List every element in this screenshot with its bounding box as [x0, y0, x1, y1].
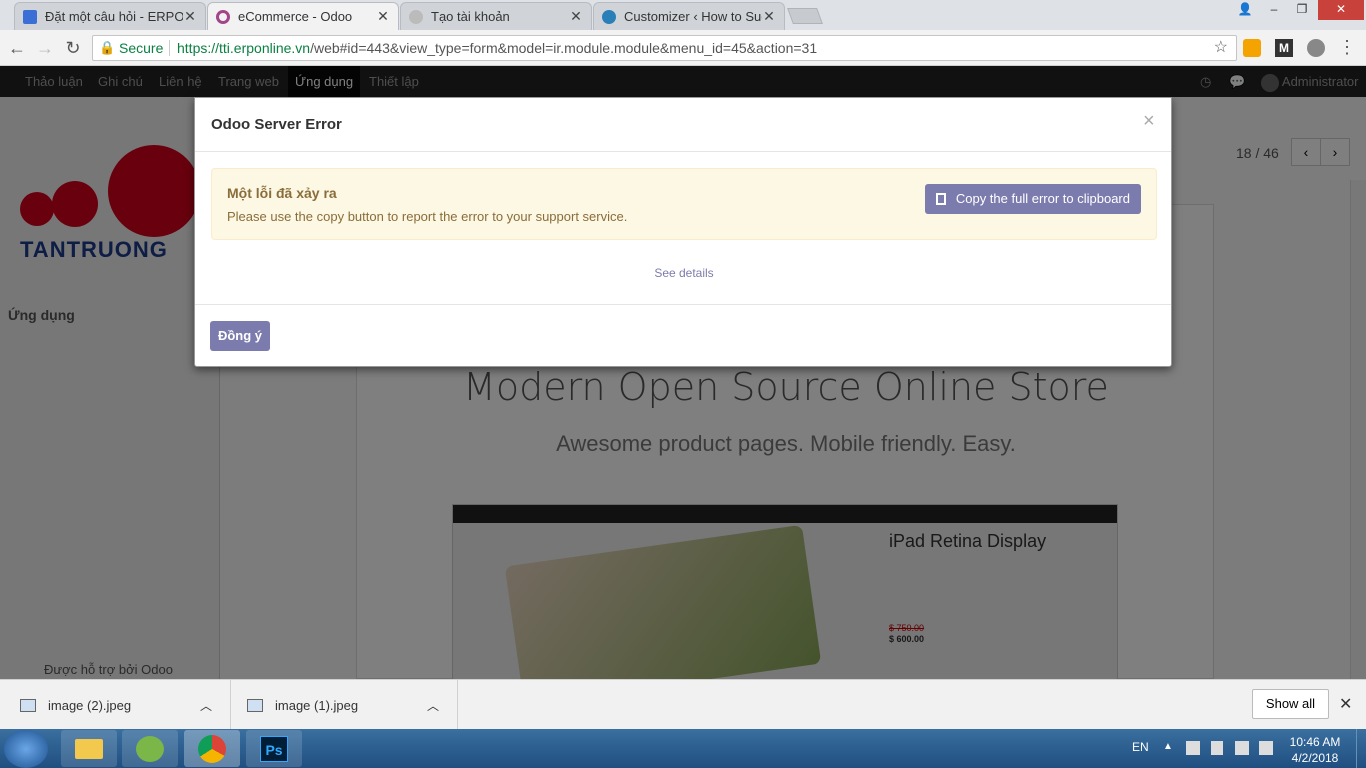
wordpress-favicon-icon — [602, 9, 616, 24]
browser-menu-icon[interactable]: ⋮ — [1338, 36, 1356, 58]
lock-icon: 🔒 — [99, 40, 116, 55]
download-filename: image (1).jpeg — [275, 697, 359, 713]
tab-close-icon[interactable]: ✕ — [376, 8, 390, 25]
dialog-footer: Đồng ý — [195, 304, 1171, 368]
alert-title: Một lỗi đã xảy ra — [227, 185, 337, 201]
network-icon[interactable] — [1235, 741, 1249, 755]
show-desktop-button[interactable] — [1356, 729, 1366, 768]
photoshop-icon[interactable]: Ps — [246, 730, 302, 767]
address-bar[interactable]: 🔒 Secure https://tti.erponline.vn/web#id… — [92, 35, 1237, 61]
close-window-button[interactable]: ✕ — [1318, 0, 1364, 20]
downloads-bar: image (2).jpeg ︿ image (1).jpeg ︿ Show a… — [0, 679, 1366, 730]
dialog-header: Odoo Server Error × — [195, 98, 1171, 152]
tab-create-account[interactable]: Tạo tài khoản ✕ — [400, 2, 592, 30]
bookmark-star-icon[interactable]: ☆ — [1214, 36, 1228, 60]
clock-date: 4/2/2018 — [1291, 751, 1339, 765]
url-path: /web#id=443&view_type=form&model=ir.modu… — [310, 40, 818, 56]
odoo-favicon-icon — [216, 9, 230, 24]
user-profile-icon[interactable]: 👤 — [1233, 0, 1257, 20]
divider — [169, 40, 170, 56]
download-item[interactable]: image (1).jpeg ︿ — [231, 680, 458, 730]
dialog-close-icon[interactable]: × — [1143, 110, 1155, 133]
clock-time: 10:46 AM — [1289, 735, 1341, 749]
secure-label: Secure — [119, 40, 164, 56]
ok-button[interactable]: Đồng ý — [210, 321, 270, 351]
action-center-flag-icon[interactable] — [1186, 741, 1200, 755]
tab-erponline[interactable]: Đặt một câu hỏi - ERPOn ✕ — [14, 2, 206, 30]
close-downloads-icon[interactable]: ✕ — [1339, 694, 1352, 714]
new-tab-button[interactable] — [787, 8, 823, 24]
image-file-icon — [20, 698, 36, 712]
tab-title: Tạo tài khoản — [431, 9, 510, 24]
language-indicator[interactable]: EN — [1132, 740, 1149, 754]
copy-error-button[interactable]: Copy the full error to clipboard — [924, 184, 1141, 214]
tab-title: Customizer ‹ How to Suc — [624, 9, 762, 24]
app-icon[interactable] — [122, 730, 178, 767]
tab-title: Đặt một câu hỏi - ERPOn — [45, 9, 183, 24]
error-alert: Một lỗi đã xảy ra Please use the copy bu… — [211, 168, 1157, 240]
back-arrow-icon[interactable]: ← — [6, 37, 28, 59]
volume-muted-icon[interactable] — [1259, 741, 1273, 755]
chevron-up-icon[interactable]: ︿ — [200, 697, 212, 714]
tray-chevron-up-icon[interactable]: ▲ — [1163, 741, 1173, 752]
clipboard-icon — [935, 193, 946, 205]
clock[interactable]: 10:46 AM 4/2/2018 — [1282, 734, 1348, 766]
settings-extension-icon[interactable] — [1307, 39, 1325, 57]
start-button[interactable] — [4, 730, 48, 768]
user-favicon-icon — [409, 9, 423, 24]
browser-tab-strip: Đặt một câu hỏi - ERPOn ✕ eCommerce - Od… — [0, 0, 1366, 30]
server-error-dialog: Odoo Server Error × Một lỗi đã xảy ra Pl… — [194, 97, 1172, 367]
device-icon[interactable] — [1211, 741, 1223, 755]
file-explorer-icon[interactable] — [61, 730, 117, 767]
see-details-link[interactable]: See details — [195, 266, 1173, 280]
tab-close-icon[interactable]: ✕ — [569, 8, 583, 25]
restore-button[interactable]: ❐ — [1288, 0, 1316, 20]
chrome-icon[interactable] — [184, 730, 240, 767]
chevron-up-icon[interactable]: ︿ — [427, 697, 439, 714]
dialog-title: Odoo Server Error — [211, 116, 342, 133]
alert-text: Please use the copy button to report the… — [227, 209, 628, 224]
show-all-button[interactable]: Show all — [1252, 689, 1329, 719]
image-file-icon — [247, 698, 263, 712]
download-item[interactable]: image (2).jpeg ︿ — [0, 680, 231, 730]
extension-icon[interactable] — [1243, 39, 1261, 57]
url-host: https://tti.erponline.vn — [177, 40, 311, 56]
forward-arrow-icon[interactable]: → — [34, 37, 56, 59]
grid-favicon-icon — [23, 9, 37, 24]
copy-button-label: Copy the full error to clipboard — [955, 191, 1130, 206]
tab-close-icon[interactable]: ✕ — [183, 8, 197, 25]
gmail-extension-icon[interactable]: M — [1275, 39, 1293, 57]
tab-close-icon[interactable]: ✕ — [762, 8, 776, 25]
download-filename: image (2).jpeg — [48, 697, 132, 713]
reload-icon[interactable]: ↻ — [62, 37, 84, 59]
minimize-button[interactable]: – — [1260, 0, 1288, 20]
tab-ecommerce[interactable]: eCommerce - Odoo ✕ — [207, 2, 399, 30]
tab-customizer[interactable]: Customizer ‹ How to Suc ✕ — [593, 2, 785, 30]
tab-title: eCommerce - Odoo — [238, 9, 353, 24]
